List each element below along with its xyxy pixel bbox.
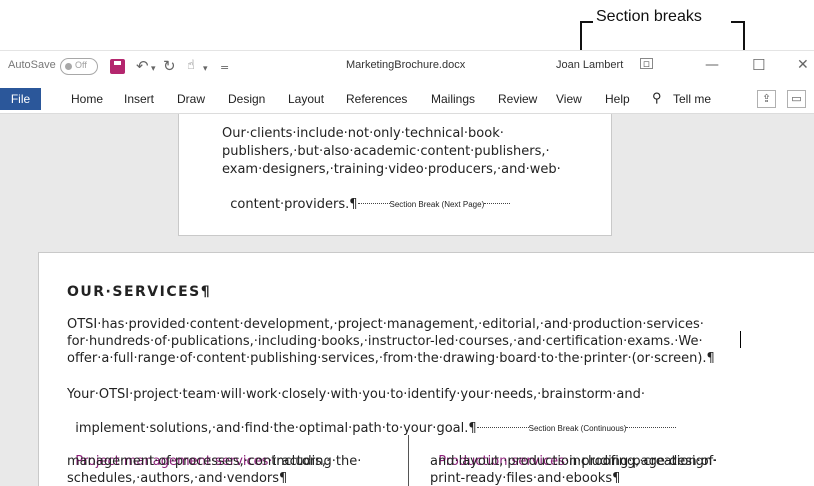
clients-paragraph-line-2: publishers,·but·also·academic·content·pu…	[222, 144, 550, 159]
close-icon[interactable]: ✕	[797, 56, 809, 74]
section-break-dots	[484, 203, 511, 204]
production-services-line-2: and·layout,·production·proofing,·creatio…	[430, 454, 718, 469]
autosave-state: Off	[75, 60, 87, 70]
section-breaks-callout: Section breaks	[596, 8, 702, 25]
production-services-line-3: print-ready·files·and·ebooks¶	[430, 471, 621, 486]
section-break-dots	[626, 427, 677, 428]
touch-mode-icon[interactable]: ☝	[187, 57, 195, 75]
user-name[interactable]: Joan Lambert	[556, 59, 623, 71]
services-paragraph-line-1: OTSI·has·provided·content·development,·p…	[67, 317, 704, 332]
tab-help[interactable]: Help	[605, 92, 630, 106]
share-icon[interactable]: ⇪	[757, 90, 776, 108]
minimize-icon[interactable]: —	[705, 56, 719, 74]
tab-file[interactable]: File	[0, 88, 41, 110]
project-management-line-3: schedules,·authors,·and·vendors¶	[67, 471, 288, 486]
project-management-line-2: management·of·processes,·contractors,·	[67, 454, 331, 469]
autosave-label: AutoSave	[8, 59, 56, 71]
tab-view[interactable]: View	[556, 92, 582, 106]
undo-dropdown-icon[interactable]: ▾	[151, 60, 156, 78]
document-filename: MarketingBrochure.docx	[346, 59, 466, 71]
column-divider	[408, 435, 409, 486]
tab-references[interactable]: References	[346, 92, 407, 106]
text-cursor	[740, 331, 741, 348]
autosave-toggle[interactable]: Off	[60, 58, 98, 75]
ribbon-display-icon[interactable]: ▫	[640, 58, 653, 69]
save-icon[interactable]	[110, 59, 125, 74]
section-break-next-page: Section Break (Next Page)	[389, 200, 485, 209]
tab-draw[interactable]: Draw	[177, 92, 205, 106]
services-paragraph-line-2: for·hundreds·of·publications,·including·…	[67, 334, 703, 349]
tab-mailings[interactable]: Mailings	[431, 92, 475, 106]
services-paragraph-line-3: offer·a·full·range·of·content·publishing…	[67, 351, 715, 366]
section-break-dots	[357, 203, 390, 204]
tab-insert[interactable]: Insert	[124, 92, 154, 106]
touch-dropdown-icon[interactable]: ▾	[203, 60, 208, 78]
section-break-continuous: Section Break (Continuous)	[528, 424, 627, 433]
tab-home[interactable]: Home	[71, 92, 103, 106]
search-icon[interactable]: ⚲	[652, 90, 662, 106]
clients-paragraph-text: content·providers.¶	[230, 197, 358, 212]
toggle-knob	[65, 63, 72, 70]
ribbon-tabs: File Home Insert Draw Design Layout Refe…	[0, 82, 814, 114]
clients-paragraph-line-1: Our·clients·include·not·only·technical·b…	[222, 126, 504, 141]
team-paragraph-text: implement·solutions,·and·find·the·optima…	[75, 421, 477, 436]
comments-icon[interactable]: ▭	[787, 90, 806, 108]
undo-icon[interactable]: ↶	[136, 57, 149, 75]
customize-icon[interactable]: =	[220, 59, 229, 77]
section-break-dots	[476, 427, 529, 428]
tab-design[interactable]: Design	[228, 92, 265, 106]
team-paragraph-line-2: implement·solutions,·and·find·the·optima…	[67, 403, 677, 437]
clients-paragraph-line-3: exam·designers,·training·video·producers…	[222, 162, 561, 177]
tell-me-search[interactable]: Tell me	[673, 92, 711, 106]
clients-paragraph-line-4: content·providers.¶ Section Break (Next P…	[222, 179, 511, 213]
maximize-icon[interactable]: ☐	[752, 56, 765, 74]
team-paragraph-line-1: Your·OTSI·project·team·will·work·closely…	[67, 387, 646, 402]
redo-icon[interactable]: ↻	[163, 57, 176, 75]
title-bar: AutoSave Off ↶ ▾ ↻ ☝ ▾ = MarketingBrochu…	[0, 50, 814, 82]
tab-review[interactable]: Review	[498, 92, 537, 106]
tab-layout[interactable]: Layout	[288, 92, 324, 106]
services-heading: OUR·SERVICES¶	[67, 284, 212, 300]
